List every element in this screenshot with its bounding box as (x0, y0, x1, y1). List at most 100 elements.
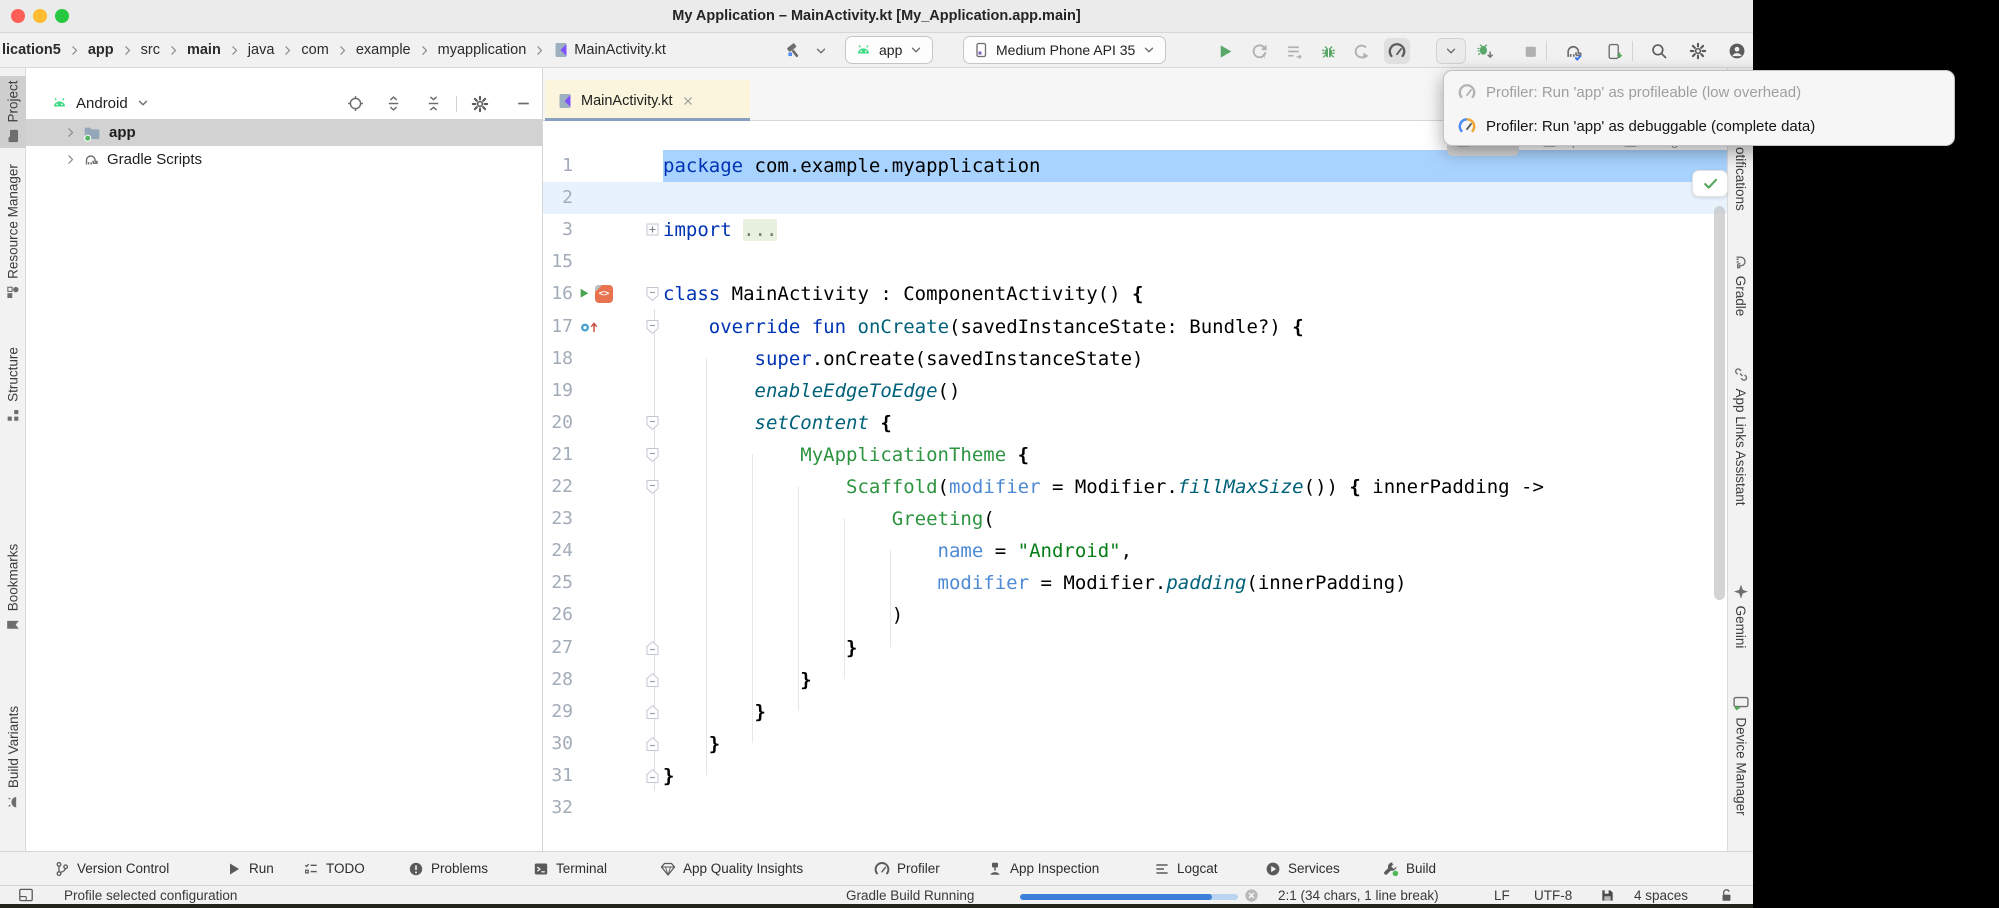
toolwindow-problems[interactable]: Problems (408, 852, 488, 885)
code-line-26[interactable]: 26 ) (543, 599, 1727, 631)
profile-button[interactable] (1724, 38, 1750, 64)
stop-button[interactable] (1517, 38, 1543, 64)
breadcrumb-item-mainactivity-kt[interactable]: MainActivity.kt (553, 42, 666, 58)
toolwindow-label: Run (249, 861, 274, 876)
line-number: 17 (543, 311, 573, 343)
expand-all-button[interactable] (385, 95, 402, 112)
fold-marker-icon[interactable] (646, 672, 659, 693)
code-text: name = "Android", (663, 535, 1132, 567)
tree-row-gradle-scripts[interactable]: Gradle Scripts (26, 146, 542, 173)
build-tool-chevron-icon[interactable] (808, 38, 834, 64)
run-line-icon[interactable] (579, 287, 592, 301)
debug-button[interactable] (1315, 38, 1341, 64)
breadcrumb-item-java[interactable]: java (248, 42, 275, 58)
run-config-selector[interactable]: app (845, 36, 933, 64)
rerun-icon: A (1251, 43, 1268, 60)
code-line-32[interactable]: 32 (543, 792, 1727, 824)
fold-marker-icon[interactable] (646, 479, 659, 500)
fold-marker-icon[interactable] (646, 640, 659, 661)
profiler-chevron-button[interactable] (1436, 38, 1466, 64)
code-line-24[interactable]: 24 name = "Android", (543, 535, 1727, 567)
fold-marker-icon[interactable] (646, 736, 659, 757)
fold-marker-icon[interactable] (646, 768, 659, 789)
breadcrumb-item-app[interactable]: app (88, 42, 114, 58)
code-line-28[interactable]: 28 } (543, 664, 1727, 696)
toolwindow-profiler[interactable]: Profiler (874, 852, 940, 885)
code-line-21[interactable]: 21 MyApplicationTheme { (543, 439, 1727, 471)
code-editor[interactable]: 1package com.example.myapplication23impo… (543, 121, 1727, 851)
rerun-button[interactable]: A (1246, 38, 1272, 64)
fold-marker-icon[interactable] (646, 704, 659, 725)
code-line-29[interactable]: 29 } (543, 696, 1727, 728)
locate-selected-file-button[interactable] (347, 95, 364, 112)
profiler-menu-item-2[interactable]: Profiler: Run 'app' as debuggable (compl… (1444, 109, 1954, 143)
apply-code-changes-button[interactable] (1348, 38, 1374, 64)
caret-line-highlight (543, 182, 1727, 214)
fold-marker-icon[interactable] (646, 286, 659, 307)
code-line-22[interactable]: 22 Scaffold(modifier = Modifier.fillMaxS… (543, 471, 1727, 503)
code-line-17[interactable]: 17 override fun onCreate(savedInstanceSt… (543, 311, 1727, 343)
breadcrumb-item-src[interactable]: src (141, 42, 160, 58)
tree-expand-chevron-icon[interactable] (64, 126, 77, 139)
breadcrumb-item-lication5[interactable]: lication5 (2, 42, 61, 58)
toolwindow-logcat[interactable]: Logcat (1154, 852, 1218, 885)
fold-marker-icon[interactable] (646, 447, 659, 468)
code-line-25[interactable]: 25 modifier = Modifier.padding(innerPadd… (543, 567, 1727, 599)
tree-row-app[interactable]: app (26, 119, 542, 146)
toolwindow-services[interactable]: Services (1265, 852, 1340, 885)
device-selector[interactable]: Medium Phone API 35 (963, 36, 1166, 64)
fold-marker-icon[interactable] (646, 223, 659, 241)
code-line-27[interactable]: 27 } (543, 632, 1727, 664)
breadcrumb-item-myapplication[interactable]: myapplication (438, 42, 527, 58)
code-line-20[interactable]: 20 setContent { (543, 407, 1727, 439)
editor-scrollbar[interactable] (1714, 206, 1725, 600)
toolwindow-todo[interactable]: TODO (303, 852, 365, 885)
code-text: import ... (663, 214, 777, 246)
code-line-23[interactable]: 23 Greeting( (543, 503, 1727, 535)
code-line-30[interactable]: 30 } (543, 728, 1727, 760)
stripe-item-content: Project (6, 80, 21, 143)
toolwindow-build[interactable]: Build (1382, 852, 1436, 885)
breadcrumb-item-com[interactable]: com (301, 42, 328, 58)
code-line-3[interactable]: 3import ... (543, 214, 1727, 246)
profiler-menu-item-1[interactable]: Profiler: Run 'app' as profileable (low … (1444, 75, 1954, 109)
toolwindow-terminal[interactable]: Terminal (533, 852, 607, 885)
apply-changes-button[interactable] (1281, 38, 1307, 64)
indent-widget-text: 4 spaces (1634, 888, 1688, 903)
code-line-18[interactable]: 18 super.onCreate(savedInstanceState) (543, 343, 1727, 375)
fold-marker-icon[interactable] (646, 415, 659, 436)
settings-button[interactable] (1685, 38, 1711, 64)
run-button[interactable] (1212, 38, 1238, 64)
search-everywhere-button[interactable] (1646, 38, 1672, 64)
breadcrumb-item-example[interactable]: example (356, 42, 411, 58)
stripe-item-label: Notifications (1734, 137, 1749, 211)
tab-label: MainActivity.kt (581, 93, 673, 109)
toolwindow-app-inspection[interactable]: App Inspection (987, 852, 1099, 885)
tree-expand-chevron-icon[interactable] (64, 153, 77, 166)
device-manager-button[interactable] (1601, 38, 1627, 64)
gradle-sync-button[interactable] (1560, 38, 1586, 64)
hide-panel-button[interactable] (515, 95, 532, 112)
fold-marker-icon[interactable] (646, 319, 659, 340)
toolwindow-run[interactable]: Run (226, 852, 274, 885)
attach-debugger-button[interactable] (1472, 38, 1498, 64)
breadcrumb-item-main[interactable]: main (187, 42, 221, 58)
inspection-ok-widget[interactable] (1692, 170, 1728, 197)
profiler-button[interactable] (1384, 38, 1410, 64)
code-line-31[interactable]: 31} (543, 760, 1727, 792)
close-tab-icon[interactable] (681, 94, 695, 108)
compose-icon[interactable]: <> (595, 285, 613, 303)
code-line-19[interactable]: 19 enableEdgeToEdge() (543, 375, 1727, 407)
toolwindow-app-quality-insights[interactable]: App Quality Insights (660, 852, 803, 885)
panel-options-button[interactable] (471, 95, 488, 112)
code-line-16[interactable]: 16<>class MainActivity : ComponentActivi… (543, 278, 1727, 310)
gauge-color-icon (1458, 117, 1476, 135)
project-view-selector[interactable]: Android (51, 88, 150, 118)
build-tool-button[interactable] (781, 38, 807, 64)
tab-mainactivity[interactable]: MainActivity.kt (545, 80, 750, 121)
code-line-15[interactable]: 15 (543, 246, 1727, 278)
collapse-all-button[interactable] (425, 95, 442, 112)
code-line-2[interactable]: 2 (543, 182, 1727, 214)
override-icon[interactable] (579, 319, 601, 335)
toolwindow-version-control[interactable]: Version Control (54, 852, 169, 885)
